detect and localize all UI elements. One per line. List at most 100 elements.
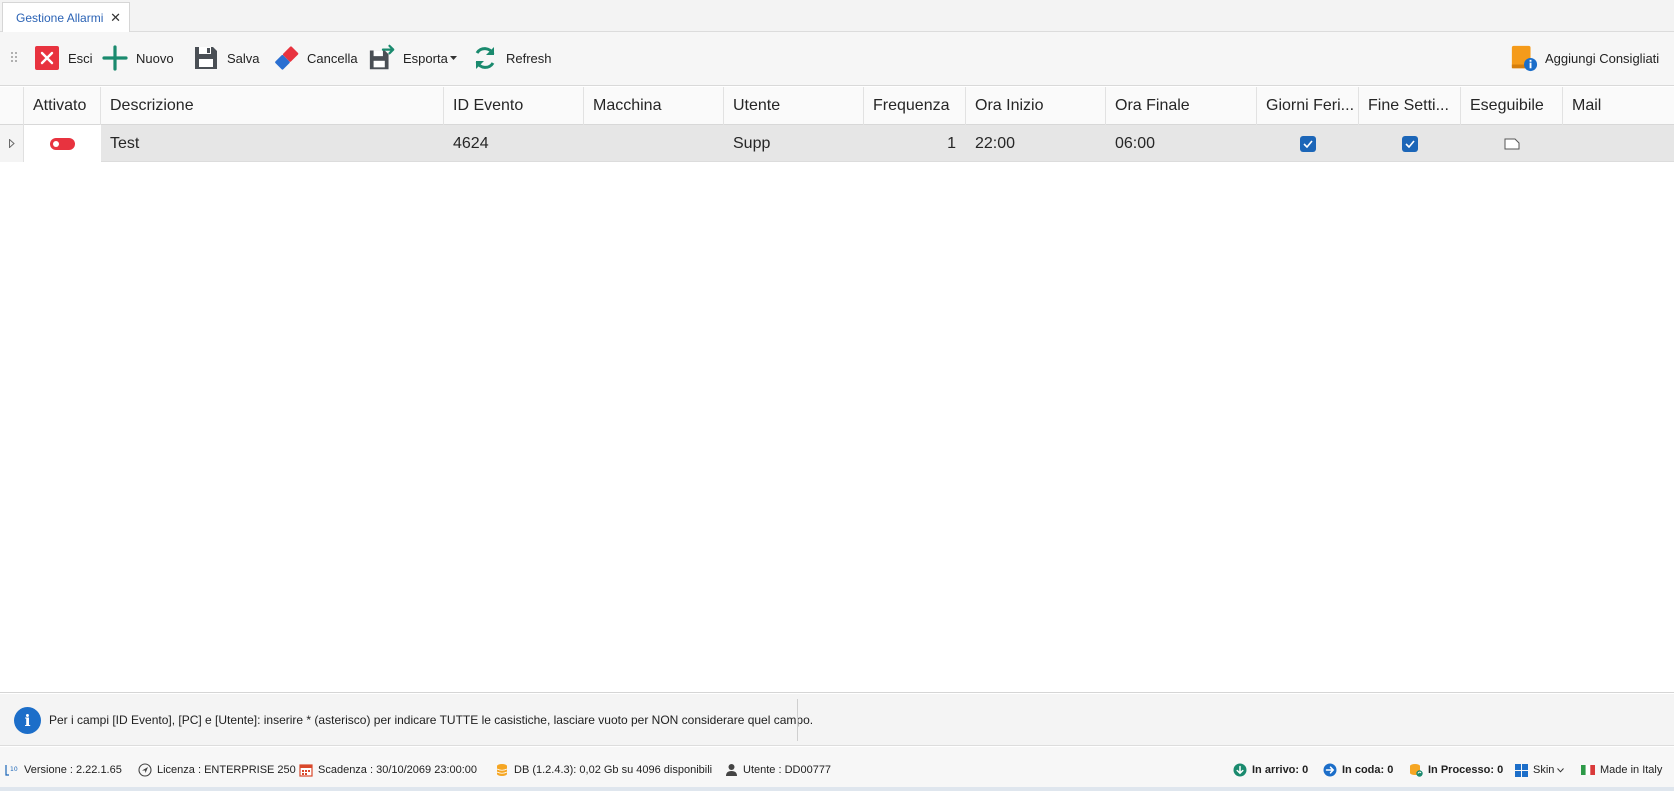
eraser-icon: [272, 44, 300, 72]
status-in-processo[interactable]: In Processo: 0: [1409, 762, 1503, 778]
tab-label: Gestione Allarmi: [16, 11, 104, 25]
calendar-icon: [299, 763, 313, 777]
navigation-icon: [138, 763, 152, 777]
in-processo-text: In Processo: 0: [1428, 764, 1504, 776]
column-header-id-evento[interactable]: ID Evento: [444, 87, 584, 125]
ora-finale-cell[interactable]: 06:00: [1106, 125, 1257, 162]
macchina-cell[interactable]: [584, 125, 724, 162]
database-sync-icon: [1409, 763, 1423, 777]
header-indicator: [0, 87, 24, 125]
scadenza-text: Scadenza : 30/10/2069 23:00:00: [318, 764, 478, 776]
cancella-label: Cancella: [307, 50, 358, 66]
attivato-cell: [24, 125, 101, 162]
id-evento-cell[interactable]: 4624: [444, 125, 584, 162]
refresh-icon: [471, 44, 499, 72]
status-versione: 10 Versione : 2.22.1.65: [5, 762, 122, 778]
nuovo-label: Nuovo: [136, 50, 174, 66]
column-header-eseguibile[interactable]: Eseguibile: [1461, 87, 1563, 125]
tab-gestione-allarmi[interactable]: Gestione Allarmi ✕: [2, 2, 130, 33]
column-header-ora-inizio[interactable]: Ora Inizio: [966, 87, 1106, 125]
database-icon: [495, 763, 509, 777]
column-header-descrizione[interactable]: Descrizione: [101, 87, 444, 125]
arrow-down-circle-icon: [1233, 763, 1247, 777]
svg-text:10: 10: [10, 766, 18, 773]
esporta-label: Esporta: [403, 50, 448, 66]
status-in-coda[interactable]: In coda: 0: [1323, 762, 1393, 778]
giorni-feriali-checkbox[interactable]: [1300, 135, 1316, 152]
column-header-attivato[interactable]: Attivato: [24, 87, 101, 125]
mail-cell[interactable]: [1563, 125, 1674, 162]
column-header-fine-settimana[interactable]: Fine Setti...: [1359, 87, 1461, 125]
book-info-icon: [1510, 44, 1538, 72]
close-icon[interactable]: ✕: [110, 11, 121, 24]
fine-settimana-cell: [1359, 125, 1461, 162]
status-made-in: Made in Italy: [1581, 762, 1662, 778]
plus-icon: [101, 44, 129, 72]
refresh-label: Refresh: [506, 50, 552, 66]
export-icon: [368, 44, 396, 72]
column-header-frequenza[interactable]: Frequenza: [864, 87, 966, 125]
table-row[interactable]: Test 4624 Supp 1 22:00 06:00: [0, 125, 1674, 162]
eseguibile-cell[interactable]: [1461, 125, 1563, 162]
refresh-button[interactable]: Refresh: [471, 42, 552, 74]
ora-inizio-cell[interactable]: 22:00: [966, 125, 1106, 162]
skin-text: Skin: [1533, 764, 1555, 776]
utente-cell[interactable]: Supp: [724, 125, 864, 162]
windows-icon: [1514, 763, 1528, 777]
user-icon: [724, 763, 738, 777]
utente-text: Utente : DD00777: [743, 764, 832, 776]
info-separator: [797, 699, 798, 741]
info-icon: i: [14, 707, 41, 734]
frequenza-cell[interactable]: 1: [864, 125, 966, 162]
window-bottom-edge: [0, 787, 1674, 791]
column-header-giorni-feriali[interactable]: Giorni Feri...: [1257, 87, 1359, 125]
app-window: Gestione Allarmi ✕ Esci Nuovo Salva Canc…: [0, 0, 1674, 791]
arrow-right-circle-icon: [1323, 763, 1337, 777]
made-in-text: Made in Italy: [1600, 764, 1663, 776]
tab-strip: Gestione Allarmi ✕: [0, 0, 1674, 33]
db-text: DB (1.2.4.3): 0,02 Gb su 4096 disponibil…: [514, 764, 713, 776]
esci-button[interactable]: Esci: [33, 42, 93, 74]
esci-label: Esci: [68, 50, 93, 66]
column-header-ora-finale[interactable]: Ora Finale: [1106, 87, 1257, 125]
status-bar: 10 Versione : 2.22.1.65 Licenza : ENTERP…: [0, 747, 1674, 791]
row-indicator-icon[interactable]: [0, 125, 24, 162]
toolbar: Esci Nuovo Salva Cancella Esporta Refres…: [0, 32, 1674, 86]
chevron-down-icon: [1557, 767, 1565, 773]
status-scadenza: Scadenza : 30/10/2069 23:00:00: [299, 762, 477, 778]
in-coda-text: In coda: 0: [1342, 764, 1394, 776]
info-bar: i Per i campi [ID Evento], [PC] e [Utent…: [0, 694, 1674, 746]
file-icon: [1504, 138, 1520, 150]
attivato-toggle[interactable]: [50, 137, 75, 150]
giorni-feriali-cell: [1257, 125, 1359, 162]
aggiungi-consigliati-button[interactable]: Aggiungi Consigliati: [1510, 42, 1659, 74]
status-db: DB (1.2.4.3): 0,02 Gb su 4096 disponibil…: [495, 762, 712, 778]
alarms-grid: Attivato Descrizione ID Evento Macchina …: [0, 87, 1674, 693]
save-icon: [192, 44, 220, 72]
status-in-arrivo[interactable]: In arrivo: 0: [1233, 762, 1308, 778]
version-icon: 10: [5, 763, 19, 777]
status-utente: Utente : DD00777: [724, 762, 831, 778]
licenza-text: Licenza : ENTERPRISE 250: [157, 764, 296, 776]
versione-text: Versione : 2.22.1.65: [24, 764, 122, 776]
esporta-button[interactable]: Esporta: [368, 42, 457, 74]
exit-icon: [33, 44, 61, 72]
in-arrivo-text: In arrivo: 0: [1252, 764, 1309, 776]
salva-button[interactable]: Salva: [192, 42, 260, 74]
skin-dropdown[interactable]: Skin: [1514, 762, 1565, 778]
fine-settimana-checkbox[interactable]: [1402, 135, 1418, 152]
salva-label: Salva: [227, 50, 260, 66]
drag-grip-icon[interactable]: [11, 52, 19, 66]
column-header-macchina[interactable]: Macchina: [584, 87, 724, 125]
column-header-utente[interactable]: Utente: [724, 87, 864, 125]
grid-header: Attivato Descrizione ID Evento Macchina …: [0, 87, 1674, 125]
status-licenza: Licenza : ENTERPRISE 250: [138, 762, 296, 778]
italy-flag-icon: [1581, 763, 1595, 777]
nuovo-button[interactable]: Nuovo: [101, 42, 174, 74]
column-header-mail[interactable]: Mail: [1563, 87, 1674, 125]
descrizione-cell[interactable]: Test: [101, 125, 444, 162]
chevron-down-icon: [449, 55, 457, 61]
info-message: Per i campi [ID Evento], [PC] e [Utente]…: [49, 713, 814, 727]
aggiungi-label: Aggiungi Consigliati: [1545, 50, 1660, 66]
cancella-button[interactable]: Cancella: [272, 42, 358, 74]
